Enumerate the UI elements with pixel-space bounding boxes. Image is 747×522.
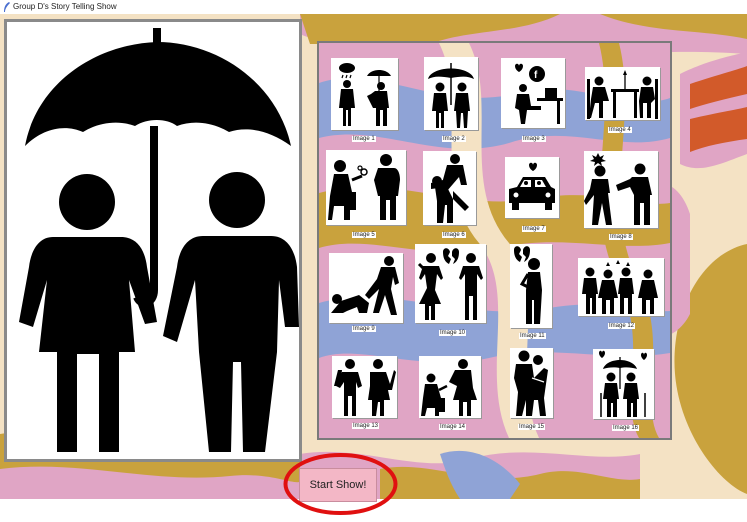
thumbnail-16[interactable] (593, 349, 654, 419)
thumbnail-label: Image 10 (439, 330, 467, 336)
thumbnail-13[interactable] (332, 356, 397, 418)
heartbroken-woman-icon (514, 246, 542, 324)
thumbnail-label: Image 8 (609, 234, 633, 240)
title-bar: Group D's Story Telling Show (0, 0, 747, 14)
couple-greeting-icon (334, 359, 396, 416)
begging-man-icon (331, 256, 399, 315)
thumbnail-label: Image 1 (352, 136, 376, 142)
broken-heart-couple-icon (417, 248, 483, 320)
thumbnail-label: Image 4 (608, 127, 632, 133)
couple-car-icon (509, 162, 555, 210)
thumbnail-label: Image 7 (522, 226, 546, 232)
kneeling-flowers-icon (328, 154, 400, 220)
thumbnail-4[interactable] (585, 67, 660, 120)
couple-umbrella-icon (428, 63, 474, 128)
hugging-couple-icon (514, 350, 548, 416)
proposal-icon (421, 359, 477, 416)
thumbnail-label: Image 11 (519, 333, 546, 339)
thumbnail-11[interactable] (510, 244, 552, 328)
thumbnail-label: Image 2 (442, 136, 466, 142)
thumbnail-2[interactable] (424, 57, 478, 130)
thumbnail-12[interactable] (578, 258, 664, 316)
thumbnail-15[interactable] (510, 348, 553, 418)
highlight-ring (283, 453, 398, 515)
thumbnail-label: Image 12 (608, 323, 636, 329)
thumbnail-6[interactable] (423, 151, 476, 225)
thumbnail-1[interactable] (331, 58, 398, 130)
thumbnail-9[interactable] (329, 253, 403, 323)
thumbnail-3[interactable]: f (501, 58, 565, 128)
thumbnail-8[interactable] (584, 151, 658, 228)
arguing-couple-icon (584, 153, 652, 225)
dinner-date-icon (587, 70, 658, 119)
thumbnail-5[interactable] (326, 150, 406, 225)
thumbnail-14[interactable] (419, 356, 481, 418)
thumbnail-grid: Image 1 Image 2 f Image 3 Image 4 Image … (317, 41, 672, 440)
thumbnail-label: Image 16 (612, 425, 640, 431)
main-image-display (4, 19, 302, 462)
group-friends-icon (582, 260, 658, 314)
window-title: Group D's Story Telling Show (13, 2, 117, 11)
social-media-desk-icon: f (515, 63, 563, 124)
thumbnail-10[interactable] (415, 244, 486, 323)
thumbnail-label: Image 6 (442, 232, 466, 238)
thumbnail-7[interactable] (505, 157, 559, 218)
thumbnail-label: Image 5 (352, 232, 376, 238)
feather-icon (4, 2, 10, 12)
couple-umbrella-large-icon (19, 28, 299, 452)
piggyback-couple-icon (431, 154, 469, 223)
thumbnail-label: Image 3 (522, 136, 546, 142)
rain-umbrella-icon (339, 63, 391, 126)
thumbnail-label: Image 15 (518, 424, 546, 430)
elderly-couple-umbrella-icon (599, 350, 647, 417)
thumbnail-label: Image 13 (352, 423, 380, 429)
thumbnail-label: Image 14 (439, 424, 467, 430)
thumbnail-label: Image 9 (352, 326, 376, 332)
